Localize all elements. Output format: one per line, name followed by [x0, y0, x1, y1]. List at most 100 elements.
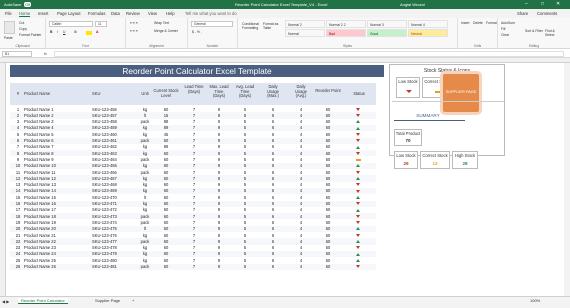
style-normal-4[interactable]: Normal 4	[408, 20, 448, 28]
wrap-text-button[interactable]: Wrap Text	[154, 21, 169, 25]
table-cell[interactable]: 7	[184, 107, 204, 112]
table-cell[interactable]: 6	[262, 107, 284, 112]
table-cell[interactable]: 60	[315, 264, 341, 269]
table-cell[interactable]: 60	[315, 182, 341, 187]
table-cell[interactable]: SKU-123-458	[92, 119, 136, 124]
table-cell[interactable]: 6	[262, 176, 284, 181]
currency-icon[interactable]: $ - % ,	[192, 30, 202, 34]
table-cell[interactable]: 6	[262, 113, 284, 118]
table-cell[interactable]: 5	[234, 138, 256, 143]
table-cell[interactable]: 6	[262, 119, 284, 124]
table-cell[interactable]: 7	[184, 132, 204, 137]
table-cell[interactable]: kg	[138, 125, 152, 130]
style-neutral[interactable]: Neutral	[408, 29, 448, 37]
table-cell[interactable]: 6	[262, 157, 284, 162]
share-button[interactable]: Share	[517, 11, 528, 16]
table-cell[interactable]: 60	[152, 195, 180, 200]
table-cell[interactable]: 7	[184, 195, 204, 200]
table-cell[interactable]: 6	[262, 226, 284, 231]
table-cell[interactable]: 60	[315, 258, 341, 263]
table-cell[interactable]: lt	[138, 195, 152, 200]
tab-file[interactable]: File	[5, 11, 12, 16]
table-cell[interactable]: 60	[315, 251, 341, 256]
table-cell[interactable]: 60	[315, 226, 341, 231]
table-cell[interactable]: 60	[152, 251, 180, 256]
table-cell[interactable]: 9	[208, 151, 230, 156]
table-cell[interactable]: 5	[234, 176, 256, 181]
supplier-page-button[interactable]: SUPPLIER PAGE	[440, 71, 482, 115]
table-cell[interactable]: 89	[152, 125, 180, 130]
table-cell[interactable]: 60	[152, 220, 180, 225]
paste-button[interactable]: Paste	[4, 36, 13, 40]
table-cell[interactable]: 9	[208, 214, 230, 219]
table-cell[interactable]: 5	[234, 233, 256, 238]
table-cell[interactable]: 8	[14, 151, 22, 156]
maximize-icon[interactable]: □	[541, 1, 544, 7]
number-format-select[interactable]: General	[191, 21, 233, 27]
table-cell[interactable]: 1	[14, 107, 22, 112]
table-cell[interactable]: 5	[14, 132, 22, 137]
table-cell[interactable]: 15	[14, 195, 22, 200]
font-color-icon[interactable]: A	[96, 30, 98, 34]
table-cell[interactable]: Product Name 6	[24, 138, 84, 143]
table-cell[interactable]: 60	[315, 195, 341, 200]
table-cell[interactable]: 88	[152, 144, 180, 149]
table-cell[interactable]: 4	[290, 201, 312, 206]
table-cell[interactable]: pack	[138, 157, 152, 162]
table-cell[interactable]: Product Name 17	[24, 207, 84, 212]
table-cell[interactable]: 9	[208, 163, 230, 168]
table-cell[interactable]: 4	[290, 239, 312, 244]
table-cell[interactable]: Product Name 5	[24, 132, 84, 137]
table-cell[interactable]: 6	[262, 163, 284, 168]
table-cell[interactable]: 7	[184, 201, 204, 206]
table-cell[interactable]: Product Name 13	[24, 182, 84, 187]
table-cell[interactable]: 9	[208, 201, 230, 206]
table-cell[interactable]: 60	[152, 188, 180, 193]
table-cell[interactable]: 9	[14, 157, 22, 162]
table-cell[interactable]: 9	[208, 258, 230, 263]
table-cell[interactable]: Product Name 24	[24, 251, 84, 256]
table-cell[interactable]: 26	[14, 264, 22, 269]
table-cell[interactable]: 7	[184, 157, 204, 162]
table-row[interactable]: 26 Product Name 26 SKU-123-481 pack 60 7 9 5 6 4 6…	[10, 263, 376, 270]
table-cell[interactable]: 60	[315, 176, 341, 181]
table-cell[interactable]: Product Name 2	[24, 113, 84, 118]
table-cell[interactable]: kg	[138, 258, 152, 263]
table-cell[interactable]: 60	[152, 264, 180, 269]
table-cell[interactable]: 9	[208, 264, 230, 269]
style-normal[interactable]: Normal	[285, 29, 325, 37]
tell-me-search[interactable]: Tell me what you want to do	[185, 11, 237, 16]
table-cell[interactable]: pack	[138, 214, 152, 219]
table-cell[interactable]: 4	[290, 163, 312, 168]
table-cell[interactable]: Product Name 11	[24, 170, 84, 175]
italic-icon[interactable]: I	[57, 30, 58, 34]
table-cell[interactable]: 9	[208, 132, 230, 137]
tab-home[interactable]: Home	[19, 11, 31, 17]
table-cell[interactable]: 5	[234, 163, 256, 168]
table-cell[interactable]: kg	[138, 233, 152, 238]
style-normal-2-2[interactable]: Normal 2 2	[326, 20, 366, 28]
table-cell[interactable]: SKU-123-457	[92, 113, 136, 118]
table-cell[interactable]: 60	[152, 157, 180, 162]
underline-icon[interactable]: U	[63, 30, 65, 34]
table-cell[interactable]: 7	[184, 233, 204, 238]
table-cell[interactable]: 4	[290, 214, 312, 219]
table-cell[interactable]: 60	[152, 239, 180, 244]
comments-button[interactable]: Comments	[537, 11, 557, 16]
table-cell[interactable]: Product Name 10	[24, 163, 84, 168]
fx-icon[interactable]: fx	[44, 52, 47, 56]
table-cell[interactable]: 4	[290, 151, 312, 156]
conditional-formatting-button[interactable]: Conditional Formatting	[242, 22, 264, 30]
table-cell[interactable]: 7	[184, 264, 204, 269]
table-cell[interactable]: 60	[152, 107, 180, 112]
table-cell[interactable]: 24	[14, 251, 22, 256]
table-cell[interactable]: 5	[234, 182, 256, 187]
table-cell[interactable]: 6	[262, 201, 284, 206]
table-cell[interactable]: 6	[262, 170, 284, 175]
tab-view[interactable]: View	[148, 11, 157, 16]
table-cell[interactable]: 4	[290, 176, 312, 181]
table-cell[interactable]: SKU-123-470	[92, 195, 136, 200]
table-cell[interactable]: SKU-123-459	[92, 125, 136, 130]
table-cell[interactable]: 5	[234, 107, 256, 112]
table-cell[interactable]: 4	[290, 195, 312, 200]
